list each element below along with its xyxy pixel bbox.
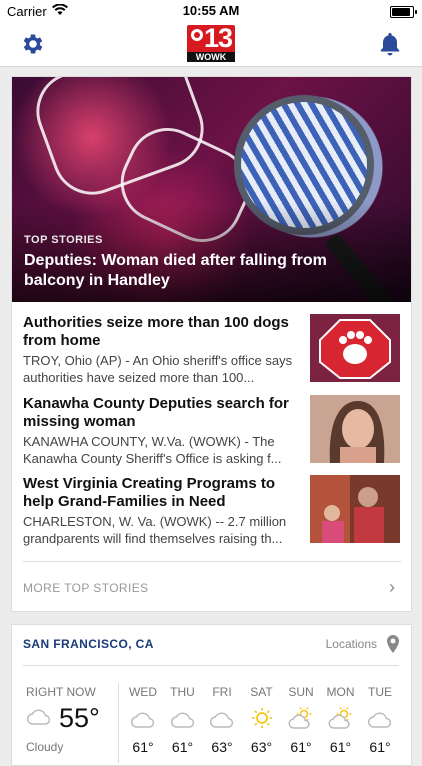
story-thumbnail[interactable] — [310, 475, 400, 543]
current-label: RIGHT NOW — [26, 685, 96, 699]
story-thumbnail[interactable] — [310, 314, 400, 382]
forecast-day[interactable]: FRI 63° — [203, 685, 241, 755]
cbs-eye-icon — [191, 29, 203, 41]
cloud-icon — [170, 712, 194, 728]
logo-block: 13 — [187, 23, 235, 53]
story-snippet: TROY, Ohio (AP) - An Ohio sheriff's offi… — [23, 353, 293, 385]
sun-icon — [251, 708, 272, 728]
station-logo: 13 WOWK — [187, 23, 235, 62]
forecast-day[interactable]: THU 61° — [164, 685, 202, 755]
current-temperature: 55° — [59, 703, 100, 733]
location-pin-icon[interactable] — [386, 635, 400, 653]
section-tag: TOP STORIES — [24, 234, 103, 246]
nav-bar: 13 WOWK — [0, 22, 422, 67]
bell-icon[interactable] — [378, 31, 402, 57]
forecast-day[interactable]: TUE 61° — [361, 685, 399, 755]
forecast-temperature: 63° — [211, 739, 233, 755]
clock: 10:55 AM — [182, 3, 240, 18]
forecast-day-name: WED — [129, 685, 157, 699]
forecast-day-name: THU — [170, 685, 195, 699]
cloud-icon — [209, 712, 234, 728]
locations-button[interactable]: Locations — [326, 637, 377, 651]
hero-story[interactable]: TOP STORIES Deputies: Woman died after f… — [12, 77, 411, 302]
cloud-icon — [26, 709, 51, 725]
logo-number: 13 — [204, 23, 233, 53]
forecast-day-name: TUE — [368, 685, 392, 699]
top-stories-card: TOP STORIES Deputies: Woman died after f… — [11, 76, 412, 612]
battery-fill — [392, 8, 410, 16]
weather-card: SAN FRANCISCO, CA Locations RIGHT NOW 55… — [11, 624, 412, 766]
status-bar: Carrier 10:55 AM — [0, 0, 422, 22]
forecast-day-name: FRI — [212, 685, 232, 699]
partly-sunny-icon — [328, 707, 351, 729]
forecast-day[interactable]: SAT 63° — [243, 685, 281, 755]
divider — [23, 665, 399, 666]
logo-callsign: WOWK — [187, 52, 235, 62]
current-condition: Cloudy — [26, 740, 64, 754]
divider — [23, 561, 401, 562]
forecast-temperature: 61° — [290, 739, 312, 755]
forecast-temperature: 63° — [250, 739, 273, 755]
forecast-day-name: SUN — [288, 685, 314, 699]
divider — [118, 683, 119, 763]
forecast-day[interactable]: SUN 61° — [282, 685, 320, 755]
partly-sunny-icon — [288, 707, 312, 729]
forecast-temperature: 61° — [369, 739, 391, 755]
cloud-icon — [130, 712, 155, 728]
forecast-day-name: MON — [326, 685, 355, 699]
hero-headline[interactable]: Deputies: Woman died after falling from … — [24, 251, 384, 291]
story-title[interactable]: Authorities seize more than 100 dogs fro… — [23, 314, 301, 350]
forecast-temperature: 61° — [329, 739, 352, 755]
forecast-temperature: 61° — [171, 739, 194, 755]
story-title[interactable]: Kanawha County Deputies search for missi… — [23, 395, 301, 431]
story-snippet: CHARLESTON, W. Va. (WOWK) -- 2.7 million… — [23, 514, 287, 546]
list-item[interactable]: Kanawha County Deputies search for missi… — [23, 395, 401, 466]
story-title[interactable]: West Virginia Creating Programs to help … — [23, 475, 301, 511]
forecast-temperature: 61° — [132, 739, 154, 755]
list-item[interactable]: Authorities seize more than 100 dogs fro… — [23, 314, 401, 385]
chevron-right-icon[interactable]: › — [389, 577, 395, 598]
cloud-icon — [367, 712, 392, 728]
forecast-day[interactable]: MON 61° — [322, 685, 360, 755]
battery-icon — [390, 6, 417, 18]
forecast-day-name: SAT — [250, 685, 273, 699]
story-thumbnail[interactable] — [310, 395, 400, 463]
list-item[interactable]: West Virginia Creating Programs to help … — [23, 475, 401, 546]
forecast-day[interactable]: WED 61° — [124, 685, 162, 755]
more-top-stories-link[interactable]: MORE TOP STORIES — [23, 581, 149, 595]
gear-icon[interactable] — [20, 31, 46, 57]
story-snippet: KANAWHA COUNTY, W.Va. (WOWK) - The Kanaw… — [23, 434, 282, 466]
weather-city[interactable]: SAN FRANCISCO, CA — [23, 637, 154, 651]
